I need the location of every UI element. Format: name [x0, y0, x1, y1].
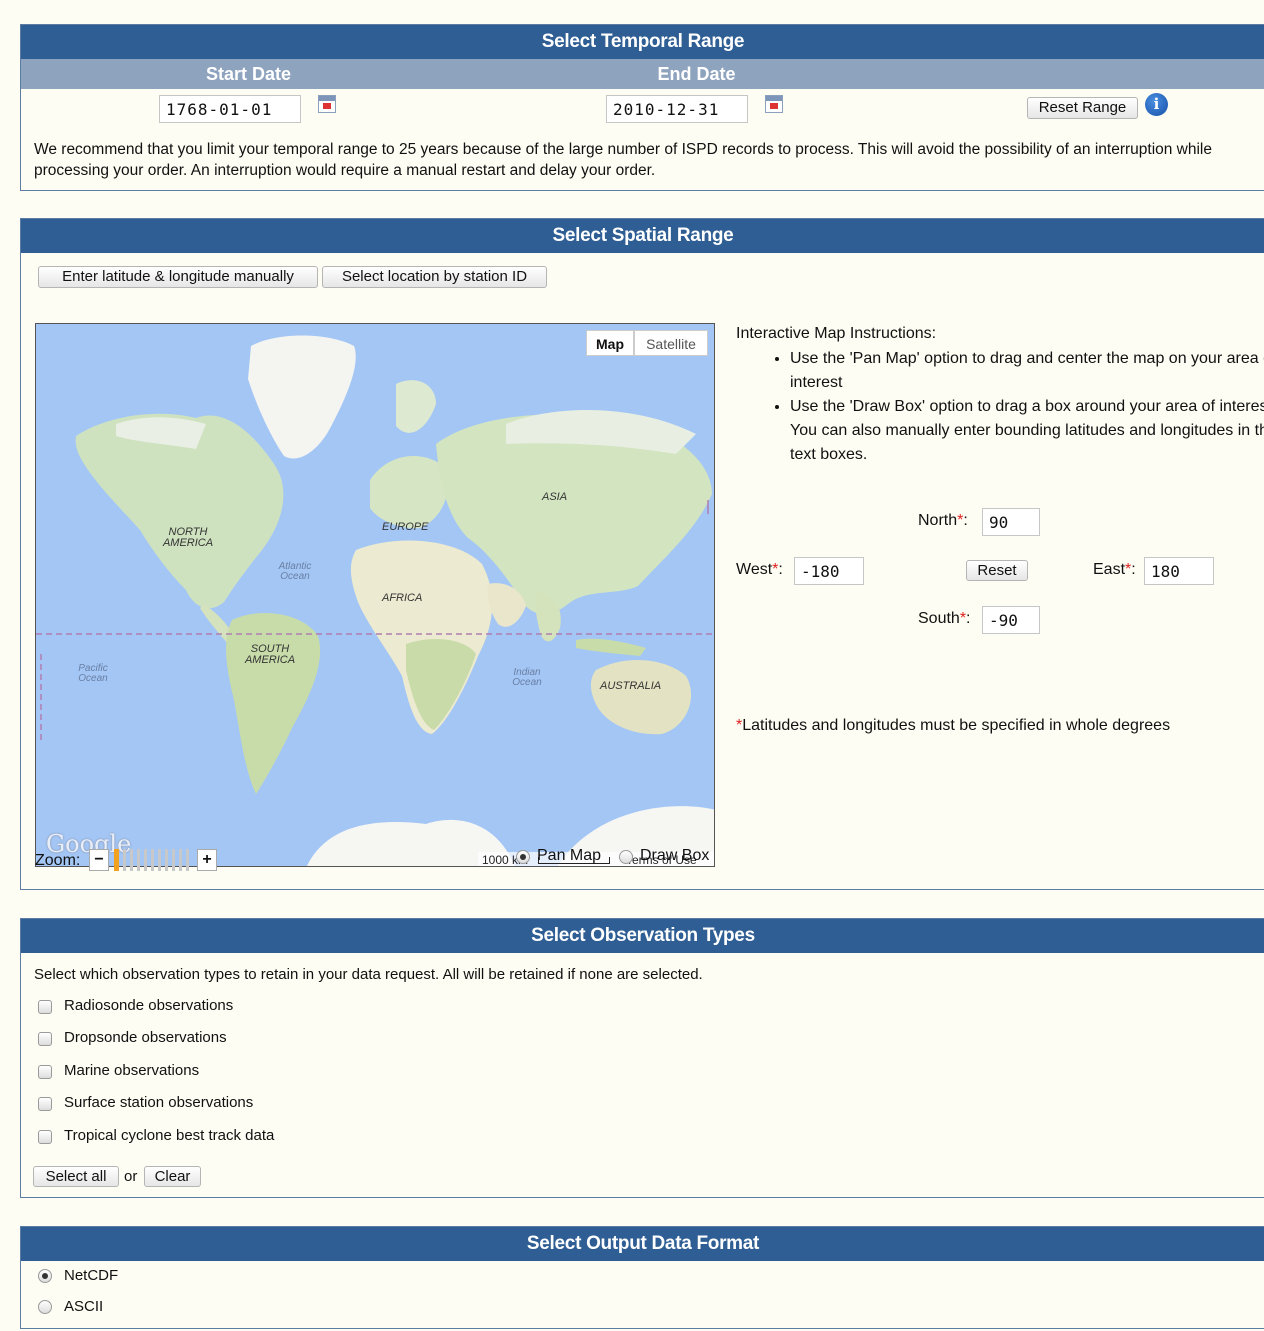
north-label: North*:	[918, 512, 968, 529]
marine-checkbox[interactable]	[38, 1065, 52, 1079]
zoom-step	[123, 849, 126, 871]
temporal-range-panel: Select Temporal Range Start Date End Dat…	[20, 24, 1264, 191]
pan-map-label[interactable]: Pan Map	[537, 847, 601, 865]
zoom-step	[144, 849, 147, 871]
end-calendar-icon[interactable]	[765, 95, 783, 113]
zoom-in-button[interactable]: +	[197, 849, 217, 871]
zoom-step	[172, 849, 175, 871]
enter-lat-lon-manually-button[interactable]: Enter latitude & longitude manually	[38, 266, 318, 288]
zoom-step	[151, 849, 154, 871]
east-input[interactable]	[1144, 557, 1214, 585]
zoom-out-button[interactable]: −	[89, 849, 109, 871]
observation-types-title: Select Observation Types	[21, 919, 1264, 953]
start-date-header: Start Date	[205, 64, 292, 84]
temporal-range-note: We recommend that you limit your tempora…	[34, 141, 1212, 179]
south-label: South*:	[918, 610, 971, 627]
zoom-step	[158, 849, 161, 871]
map-label-north-america: NORTH AMERICA	[162, 526, 214, 549]
world-map-graphic	[36, 324, 714, 866]
temporal-range-title: Select Temporal Range	[21, 25, 1264, 59]
map-label-asia: ASIA	[542, 491, 568, 503]
east-label: East*:	[1093, 561, 1136, 578]
zoom-step	[186, 849, 189, 871]
observation-types-intro: Select which observation types to retain…	[34, 966, 703, 983]
map-type-map-button[interactable]: Map	[586, 330, 634, 356]
netcdf-radio[interactable]	[38, 1269, 52, 1283]
or-text: or	[124, 1168, 138, 1185]
surface-station-label[interactable]: Surface station observations	[64, 1094, 253, 1111]
ascii-label[interactable]: ASCII	[64, 1298, 103, 1315]
map-label-south-america: SOUTH AMERICA	[244, 643, 296, 666]
surface-station-checkbox[interactable]	[38, 1097, 52, 1111]
ascii-radio[interactable]	[38, 1300, 52, 1314]
zoom-level-indicator	[114, 849, 119, 871]
draw-box-label[interactable]: Draw Box	[640, 847, 709, 865]
whole-degrees-note: *Latitudes and longitudes must be specif…	[736, 717, 1171, 734]
reset-coordinates-button[interactable]: Reset	[966, 560, 1028, 581]
end-date-header: End Date	[657, 64, 736, 84]
clear-button[interactable]: Clear	[144, 1166, 201, 1187]
output-format-title: Select Output Data Format	[21, 1227, 1264, 1261]
spatial-range-title: Select Spatial Range	[21, 219, 1264, 253]
output-format-panel: Select Output Data Format NetCDF ASCII	[20, 1226, 1264, 1329]
dropsonde-checkbox[interactable]	[38, 1032, 52, 1046]
zoom-step	[165, 849, 168, 871]
map-instructions-list: Use the 'Pan Map' option to drag and cen…	[736, 347, 1264, 467]
map-label-australia: AUSTRALIA	[600, 680, 662, 692]
instruction-pan: Use the 'Pan Map' option to drag and cen…	[790, 347, 1264, 395]
radiosonde-label[interactable]: Radiosonde observations	[64, 997, 233, 1014]
instruction-draw: Use the 'Draw Box' option to drag a box …	[790, 395, 1264, 467]
info-icon[interactable]: i	[1145, 93, 1168, 116]
reset-range-button[interactable]: Reset Range	[1027, 97, 1138, 119]
dropsonde-label[interactable]: Dropsonde observations	[64, 1029, 227, 1046]
end-date-input[interactable]	[606, 95, 748, 123]
pan-map-radio[interactable]	[516, 850, 530, 864]
zoom-step	[179, 849, 182, 871]
netcdf-label[interactable]: NetCDF	[64, 1267, 118, 1284]
start-date-input[interactable]	[159, 95, 301, 123]
marine-label[interactable]: Marine observations	[64, 1062, 199, 1079]
start-calendar-icon[interactable]	[318, 95, 336, 113]
zoom-step	[130, 849, 133, 871]
draw-box-radio[interactable]	[619, 850, 633, 864]
observation-types-panel: Select Observation Types Select which ob…	[20, 918, 1264, 1198]
zoom-step	[137, 849, 140, 871]
zoom-label: Zoom:	[35, 852, 81, 869]
south-input[interactable]	[982, 606, 1040, 634]
map-instructions-title: Interactive Map Instructions:	[736, 325, 937, 342]
north-input[interactable]	[982, 508, 1040, 536]
select-all-button[interactable]: Select all	[33, 1166, 119, 1187]
tropical-cyclone-checkbox[interactable]	[38, 1130, 52, 1144]
west-input[interactable]	[794, 557, 864, 585]
west-label: West*:	[736, 561, 783, 578]
select-by-station-id-button[interactable]: Select location by station ID	[322, 266, 547, 288]
tropical-cyclone-label[interactable]: Tropical cyclone best track data	[64, 1127, 274, 1144]
spatial-range-panel: Select Spatial Range Enter latitude & lo…	[20, 218, 1264, 890]
map-label-europe: EUROPE	[382, 521, 429, 533]
map-label-atlantic-ocean: Atlantic Ocean	[278, 561, 312, 582]
zoom-slider[interactable]: − +	[89, 849, 217, 871]
map-label-indian-ocean: Indian Ocean	[512, 667, 542, 688]
radiosonde-checkbox[interactable]	[38, 1000, 52, 1014]
interactive-map[interactable]: NORTH AMERICA EUROPE ASIA AFRICA SOUTH A…	[35, 323, 715, 867]
map-label-africa: AFRICA	[382, 592, 423, 604]
map-type-satellite-button[interactable]: Satellite	[634, 330, 708, 356]
map-label-pacific-ocean: Pacific Ocean	[78, 663, 108, 684]
